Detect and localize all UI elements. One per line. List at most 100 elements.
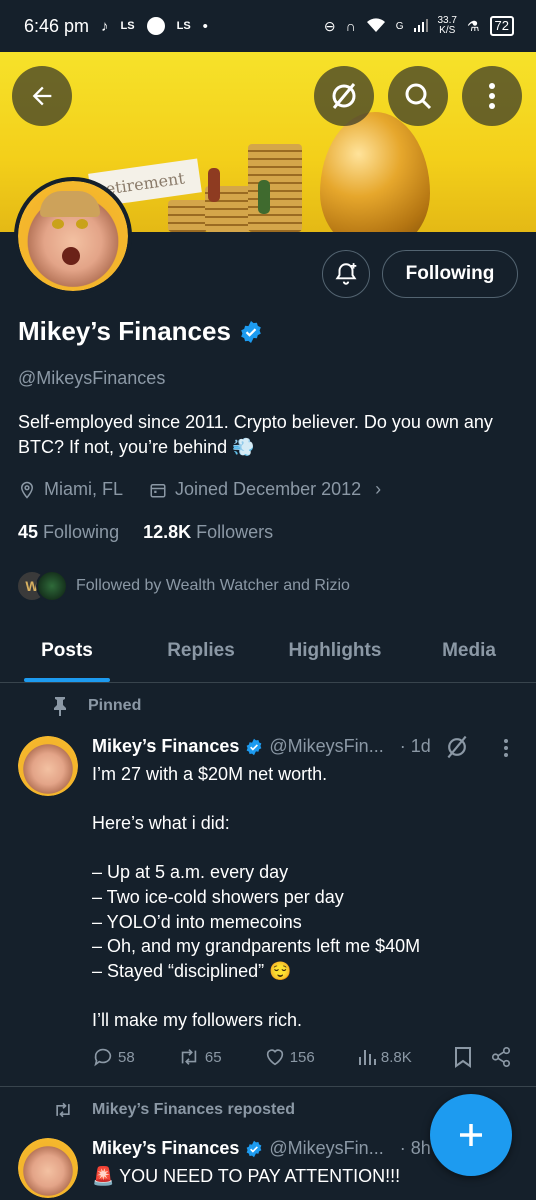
notifications-button[interactable] — [322, 250, 370, 298]
profile-handle: @MikeysFinances — [18, 368, 166, 388]
grok-icon[interactable] — [444, 734, 470, 760]
network-type: G — [395, 20, 404, 32]
status-app-2: LS — [176, 20, 191, 32]
chevron-right-icon[interactable]: › — [375, 479, 381, 500]
following-label: Following — [43, 522, 120, 542]
calendar-icon — [150, 483, 166, 497]
rizio-avatar — [36, 570, 68, 602]
tweet-divider — [0, 1086, 536, 1087]
dot-icon: • — [202, 17, 208, 35]
coin-stack — [248, 144, 302, 232]
more-options-button[interactable] — [462, 66, 522, 126]
back-button[interactable] — [12, 66, 72, 126]
tweet-avatar-image — [18, 736, 78, 796]
bookmark-icon[interactable] — [454, 1046, 472, 1068]
repost-count: 65 — [204, 1048, 222, 1066]
following-count: 45 — [18, 522, 39, 542]
profile-meta: Miami, FL Joined December 2012 › — [18, 479, 381, 500]
tweet-secondary-actions — [454, 1046, 512, 1068]
status-bar: 6:46 pm ♪ LS LS • ⊖ ∩ G 33.7 K/S ⚗ 72 — [0, 0, 536, 52]
reply-count: 58 — [118, 1048, 135, 1066]
arrow-left-icon — [32, 86, 52, 106]
wifi-icon — [366, 17, 386, 36]
circle-icon — [146, 17, 165, 35]
views-count: 8.8K — [380, 1048, 412, 1066]
grok-icon — [332, 83, 356, 109]
signal-icon — [413, 18, 428, 35]
tweet-actions: 58 65 156 8.8K — [92, 1046, 512, 1068]
tweet-author-handle: @MikeysFin... — [269, 1138, 384, 1158]
tweet-avatar[interactable] — [18, 1138, 78, 1198]
search-button[interactable] — [388, 66, 448, 126]
repost-indicator: Mikey’s Finances reposted — [52, 1100, 295, 1120]
mode-icon: ⊖ — [323, 17, 336, 34]
reply-icon — [94, 1048, 112, 1067]
heart-icon — [266, 1049, 283, 1066]
like-button[interactable]: 156 — [264, 1046, 315, 1068]
status-app-1: LS — [120, 20, 135, 32]
plus-icon — [460, 1124, 482, 1146]
profile-avatar[interactable] — [14, 177, 132, 295]
headset-icon: ∩ — [345, 18, 356, 34]
battery-level: 72 — [489, 16, 514, 36]
repost-icon — [181, 1049, 197, 1065]
compose-button[interactable] — [430, 1094, 512, 1176]
location-icon — [20, 481, 34, 499]
profile-joined: Joined December 2012 — [175, 479, 362, 499]
views-chart-icon — [358, 1050, 376, 1065]
profile-location: Miami, FL — [44, 479, 124, 499]
tweet-avatar[interactable] — [18, 736, 78, 796]
followers-link[interactable]: 12.8K Followers — [143, 522, 273, 543]
pinned-label: Pinned — [88, 697, 142, 714]
coin-stack — [168, 200, 208, 232]
net-speed-unit: K/S — [439, 25, 456, 36]
profile-name-row: Mikey’s Finances — [18, 316, 263, 347]
figurine — [208, 168, 220, 202]
tab-highlights[interactable]: Highlights — [268, 620, 402, 682]
golden-egg — [320, 112, 430, 232]
verified-badge-icon — [247, 1140, 262, 1157]
tweet-author-handle: @MikeysFin... — [269, 736, 384, 756]
more-vertical-icon — [489, 83, 495, 109]
repost-icon — [56, 1102, 70, 1118]
followers-label: Followers — [196, 522, 274, 542]
figurine — [258, 180, 270, 214]
repost-context: Mikey’s Finances reposted — [92, 1101, 296, 1118]
tweet-avatar-image — [18, 1138, 78, 1198]
tweet-header: Mikey’s Finances @MikeysFin... · 1d — [92, 736, 431, 757]
reply-button[interactable]: 58 — [92, 1046, 135, 1068]
tweet-text: I’m 27 with a $20M net worth. Here’s wha… — [92, 764, 421, 1030]
tab-replies[interactable]: Replies — [134, 620, 268, 682]
flask-icon: ⚗ — [466, 17, 480, 34]
net-speed: 33.7 K/S — [438, 16, 457, 36]
profile-name: Mikey’s Finances — [18, 316, 231, 346]
views-button[interactable]: 8.8K — [357, 1046, 412, 1068]
repost-button[interactable]: 65 — [177, 1046, 222, 1068]
status-time: 6:46 pm — [24, 15, 90, 36]
tiktok-icon: ♪ — [101, 17, 109, 35]
follow-counts: 45 Following 12.8K Followers — [18, 522, 273, 543]
followed-by-text: Followed by Wealth Watcher and Rizio — [76, 577, 350, 594]
followers-count: 12.8K — [143, 522, 192, 542]
bell-plus-icon — [335, 263, 357, 285]
tweet-author-name[interactable]: Mikey’s Finances — [92, 736, 239, 757]
verified-badge-icon — [247, 738, 262, 755]
pinned-indicator: Pinned — [52, 696, 141, 716]
tab-posts[interactable]: Posts — [0, 620, 134, 682]
tweet-header: Mikey’s Finances @MikeysFin... · 8h — [92, 1138, 431, 1159]
verified-badge-icon — [241, 320, 261, 343]
share-icon[interactable] — [490, 1046, 512, 1068]
tweet-more-icon[interactable] — [503, 738, 509, 758]
avatar-image — [18, 181, 128, 291]
tweet-time: · 1d — [399, 736, 431, 756]
profile-bio: Self-employed since 2011. Crypto believe… — [18, 412, 493, 457]
tab-media[interactable]: Media — [402, 620, 536, 682]
like-count: 156 — [289, 1048, 315, 1066]
following-button[interactable]: Following — [382, 250, 518, 298]
followed-by[interactable]: W Followed by Wealth Watcher and Rizio — [16, 570, 350, 602]
pin-icon — [54, 697, 66, 716]
tweet-time: · 8h — [399, 1138, 431, 1158]
following-link[interactable]: 45 Following — [18, 522, 119, 543]
grok-button[interactable] — [314, 66, 374, 126]
tweet-author-name[interactable]: Mikey’s Finances — [92, 1138, 239, 1159]
